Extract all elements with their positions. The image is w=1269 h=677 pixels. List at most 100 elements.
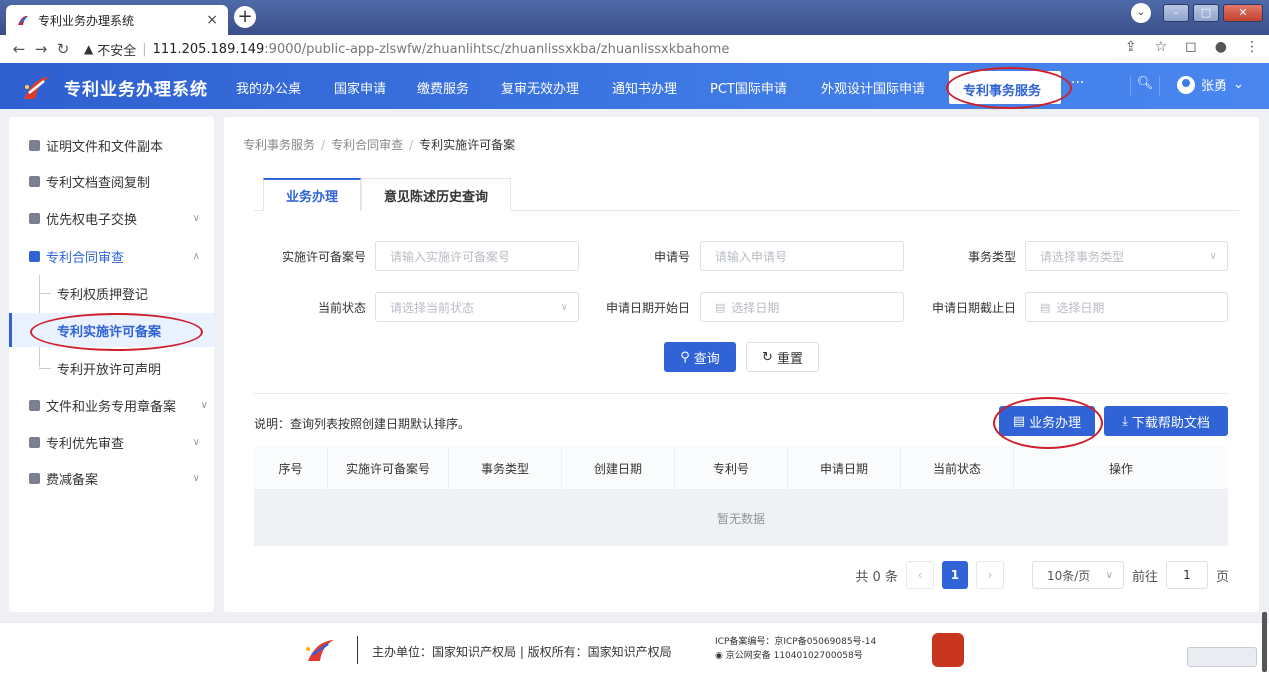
column-header: 序号	[254, 446, 328, 490]
nav-pct[interactable]: PCT国际申请	[710, 78, 787, 97]
page-size-value: 10条/页	[1046, 568, 1091, 583]
page-unit-label: 页	[1215, 569, 1229, 585]
nav-fee-service[interactable]: 缴费服务	[417, 78, 469, 97]
browser-tabbar: 专利业务办理系统 × + ⌄ – □ ✕	[0, 0, 1269, 35]
reload-icon[interactable]: ↻	[52, 40, 74, 58]
app-logo-icon	[24, 77, 50, 99]
reset-button-label: 重置	[776, 351, 803, 367]
chevron-down-icon: ∨	[200, 399, 208, 411]
query-button-label: 查询	[693, 351, 720, 367]
breadcrumb-item[interactable]: 专利合同审查	[331, 138, 403, 152]
insecure-indicator[interactable]: ▲ 不安全	[84, 40, 136, 59]
window-close-icon[interactable]: ✕	[1223, 4, 1263, 22]
prev-page-icon[interactable]: ‹	[905, 561, 934, 589]
breadcrumb-item[interactable]: 专利事务服务	[243, 138, 315, 152]
search-icon[interactable]: 🔍︎	[1130, 76, 1160, 96]
footer-host: 主办单位：国家知识产权局 | 版权所有：国家知识产权局	[372, 645, 672, 659]
app-title: 专利业务办理系统	[64, 80, 208, 100]
scrollbar-thumb[interactable]	[1262, 612, 1267, 672]
icp-number[interactable]: ICP备案编号：京ICP备05069085号-14	[715, 635, 876, 649]
goto-page-input[interactable]: 1	[1165, 561, 1208, 589]
sidebar-item-certificates[interactable]: 证明文件和文件副本	[9, 127, 214, 163]
nav-more-icon[interactable]: ···	[1071, 75, 1084, 91]
url-field[interactable]: 111.205.189.149:9000/public-app-zlswfw/z…	[153, 42, 730, 57]
goto-label: 前往	[1131, 569, 1158, 585]
calendar-icon: ▤	[715, 300, 726, 314]
user-menu[interactable]: 张勇 ⌄	[1177, 75, 1244, 94]
nav-design-international[interactable]: 外观设计国际申请	[821, 78, 925, 97]
pager-total: 共 0 条	[855, 569, 898, 585]
exchange-icon	[29, 212, 40, 224]
tab-opinion-history[interactable]: 意见陈述历史查询	[361, 178, 512, 211]
contract-icon	[29, 250, 40, 262]
column-header: 事务类型	[449, 446, 562, 490]
status-select[interactable]: 请选择当前状态 ∨	[375, 292, 579, 322]
sidebar-item-priority-exchange[interactable]: 优先权电子交换 ∨	[9, 200, 214, 236]
share-icon[interactable]: ⇪	[1125, 39, 1137, 55]
sidebar-item-archive-copy[interactable]: 专利文档查阅复制	[9, 163, 214, 199]
tab-business-handling[interactable]: 业务办理	[263, 178, 362, 211]
back-icon[interactable]: ←	[8, 40, 30, 58]
next-page-icon[interactable]: ›	[975, 561, 1004, 589]
sidebar-item-label: 优先权电子交换	[46, 212, 138, 228]
app-no-input[interactable]: 请输入申请号	[700, 241, 904, 271]
breadcrumb-current: 专利实施许可备案	[419, 138, 516, 152]
browser-tab[interactable]: 专利业务办理系统 ×	[6, 5, 228, 35]
copy-icon	[29, 175, 40, 187]
nav-my-desk[interactable]: 我的办公桌	[236, 78, 301, 97]
reset-button[interactable]: ↻ 重置	[746, 342, 819, 372]
footer-separator	[357, 636, 358, 664]
breadcrumb-separator: /	[409, 138, 414, 152]
nav-reexamination[interactable]: 复审无效办理	[501, 78, 579, 97]
sidebar-item-contract-review[interactable]: 专利合同审查 ∧	[9, 238, 214, 274]
search-icon: ⚲	[680, 349, 690, 365]
sidebar-item-priority-exam[interactable]: 专利优先审查 ∨	[9, 424, 214, 460]
query-button[interactable]: ⚲ 查询	[664, 342, 736, 372]
sidepanel-icon[interactable]: ◻	[1185, 39, 1197, 55]
footer-logo-icon	[306, 640, 334, 661]
license-no-label: 实施许可备案号	[281, 250, 366, 264]
sidebar-item-label: 文件和业务专用章备案	[46, 399, 177, 415]
download-help-label: 下载帮助文档	[1131, 415, 1210, 431]
gov-badge-icon[interactable]	[932, 633, 964, 667]
main-panel: 专利事务服务 / 专利合同审查 / 专利实施许可备案 业务办理 意见陈述历史查询 实施许…	[224, 117, 1259, 612]
nav-notifications[interactable]: 通知书办理	[612, 78, 677, 97]
footer-icp: ICP备案编号：京ICP备05069085号-14 ◉ 京公网安备 110401…	[715, 635, 876, 663]
browser-kebab-icon[interactable]: ⋮	[1245, 39, 1259, 55]
sidebar-sub-open-license[interactable]: 专利开放许可声明	[9, 351, 214, 385]
start-date-placeholder: 选择日期	[731, 300, 780, 315]
column-header: 申请日期	[788, 446, 901, 490]
license-no-placeholder: 请输入实施许可备案号	[390, 249, 511, 264]
nav-national-application[interactable]: 国家申请	[334, 78, 386, 97]
sidebar-sub-pledge[interactable]: 专利权质押登记	[9, 276, 214, 310]
new-tab-button[interactable]: +	[234, 6, 256, 28]
download-help-button[interactable]: ⤓ 下载帮助文档	[1104, 406, 1228, 436]
download-icon: ⤓	[1122, 413, 1128, 429]
start-date-picker[interactable]: ▤ 选择日期	[700, 292, 904, 322]
page-number-current[interactable]: 1	[941, 561, 968, 589]
type-placeholder: 请选择事务类型	[1040, 249, 1125, 264]
sidebar-item-fee-reduction[interactable]: 费减备案 ∨	[9, 460, 214, 496]
browser-menu-icon[interactable]: ⌄	[1131, 3, 1151, 23]
profile-icon[interactable]: ●	[1215, 39, 1227, 55]
bookmark-star-icon[interactable]: ☆	[1155, 39, 1168, 55]
minimize-icon[interactable]: –	[1163, 4, 1189, 22]
police-record[interactable]: 京公网安备 11040102700058号	[726, 651, 863, 661]
url-separator: |	[142, 41, 147, 57]
column-header: 操作	[1108, 461, 1133, 476]
page-size-select[interactable]: 10条/页 ∨	[1031, 561, 1124, 589]
license-no-input[interactable]: 请输入实施许可备案号	[375, 241, 579, 271]
status-label: 当前状态	[317, 301, 366, 315]
url-path: :9000/public-app-zlswfw/zhuanlihtsc/zhua…	[264, 41, 730, 57]
url-host: 111.205.189.149	[152, 41, 265, 57]
type-select[interactable]: 请选择事务类型 ∨	[1025, 241, 1228, 271]
sidebar-item-seal-filing[interactable]: 文件和业务专用章备案 ∨	[9, 387, 214, 423]
forward-icon[interactable]: →	[30, 40, 52, 58]
warning-icon: ▲	[84, 42, 94, 56]
close-tab-icon[interactable]: ×	[206, 12, 218, 28]
maximize-icon[interactable]: □	[1193, 4, 1219, 22]
end-date-picker[interactable]: ▤ 选择日期	[1025, 292, 1228, 322]
results-table: 序号 实施许可备案号 事务类型 创建日期 专利号 申请日期 当前状态 操作 暂无…	[254, 446, 1228, 546]
breadcrumb: 专利事务服务 / 专利合同审查 / 专利实施许可备案	[243, 136, 515, 153]
start-date-label: 申请日期开始日	[605, 301, 690, 315]
